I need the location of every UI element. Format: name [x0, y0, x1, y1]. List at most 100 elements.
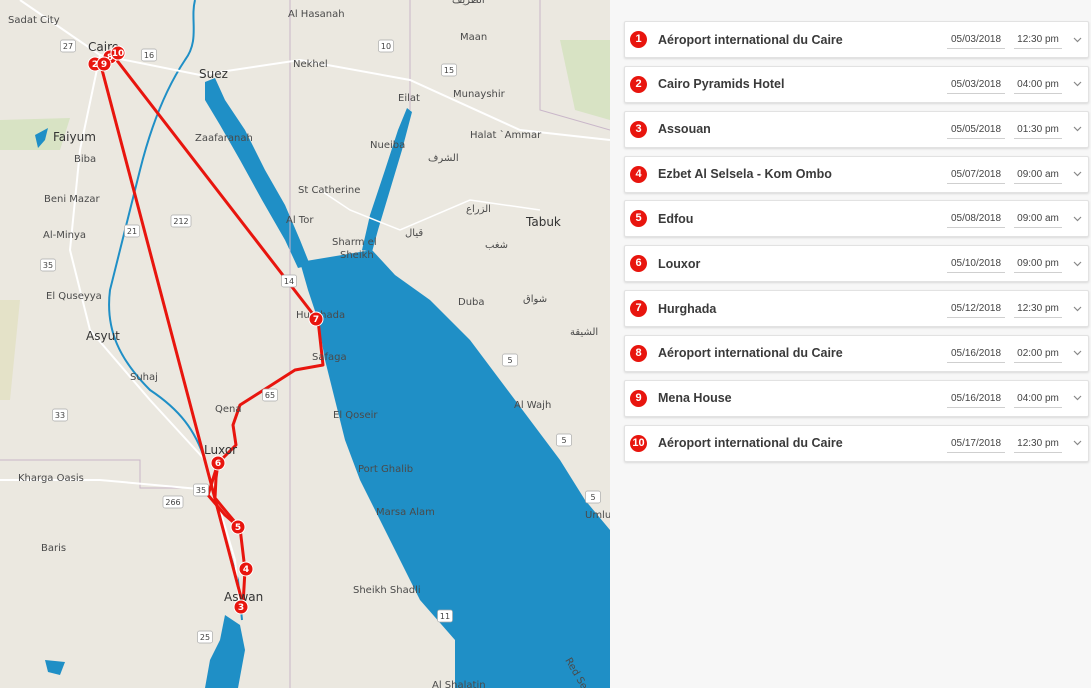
stop-row[interactable]: 6 Louxor 05/10/2018 09:00 pm: [624, 245, 1089, 283]
stop-time-field[interactable]: 01:30 pm: [1014, 122, 1062, 139]
stop-time-field[interactable]: 09:00 am: [1014, 167, 1062, 184]
stop-time-field[interactable]: 04:00 pm: [1014, 77, 1062, 94]
chevron-down-icon[interactable]: [1070, 37, 1084, 43]
map-label-duba: Duba: [458, 297, 485, 308]
map-label-az-zara: الزراع: [466, 204, 491, 215]
map-marker-9[interactable]: 9: [96, 56, 112, 72]
svg-text:65: 65: [265, 391, 275, 400]
route-shield: 16: [141, 48, 157, 62]
map-marker-10[interactable]: 10: [110, 45, 126, 61]
map-label-ash-sharaf: الشرف: [428, 153, 459, 164]
map-label-faiyum: Faiyum: [53, 130, 96, 144]
route-shield: 14: [281, 274, 297, 288]
map-marker-4[interactable]: 4: [238, 561, 254, 577]
stop-row[interactable]: 3 Assouan 05/05/2018 01:30 pm: [624, 110, 1089, 148]
chevron-down-icon[interactable]: [1070, 261, 1084, 267]
chevron-down-icon[interactable]: [1070, 306, 1084, 312]
stop-name: Edfou: [658, 211, 694, 226]
map-label-sheikh: Sheikh: [340, 250, 374, 261]
stop-row[interactable]: 7 Hurghada 05/12/2018 12:30 pm: [624, 290, 1089, 328]
stop-date-field[interactable]: 05/12/2018: [947, 301, 1005, 319]
svg-text:15: 15: [444, 66, 454, 75]
map-marker-6[interactable]: 6: [210, 455, 226, 471]
stop-time-field[interactable]: 04:00 pm: [1014, 391, 1062, 408]
svg-text:6: 6: [215, 459, 221, 469]
chevron-down-icon[interactable]: [1070, 81, 1084, 87]
chevron-down-icon[interactable]: [1070, 350, 1084, 356]
stop-name: Hurghada: [658, 301, 717, 316]
stop-name: Aéroport international du Caire: [658, 32, 843, 47]
stop-row[interactable]: 9 Mena House 05/16/2018 04:00 pm: [624, 379, 1089, 417]
stop-number-badge: 4: [630, 165, 647, 183]
route-shield: 5: [502, 353, 518, 367]
map-label-qena: Qena: [215, 404, 242, 415]
stop-date-field[interactable]: 05/08/2018: [947, 211, 1005, 229]
chevron-down-icon[interactable]: [1070, 216, 1084, 222]
route-shield: 35: [40, 258, 56, 272]
chevron-down-icon[interactable]: [1070, 171, 1084, 177]
svg-text:25: 25: [200, 633, 210, 642]
stop-date-field[interactable]: 05/03/2018: [947, 32, 1005, 49]
stop-time-field[interactable]: 12:30 pm: [1014, 32, 1062, 49]
stop-time-field[interactable]: 12:30 pm: [1014, 436, 1062, 453]
stop-row[interactable]: 2 Cairo Pyramids Hotel 05/03/2018 04:00 pm: [624, 65, 1089, 103]
stop-date-field[interactable]: 05/07/2018: [947, 167, 1005, 184]
map-label-sheikh-shadli: Sheikh Shadli: [353, 585, 421, 596]
chevron-down-icon[interactable]: [1070, 440, 1084, 446]
stop-name: Louxor: [658, 256, 701, 271]
stop-name: Aéroport international du Caire: [658, 346, 843, 361]
chevron-down-icon[interactable]: [1070, 395, 1084, 401]
map-label-biba: Biba: [74, 154, 96, 165]
stop-name: Aéroport international du Caire: [658, 436, 843, 451]
map-label-umluj: Umluj: [585, 510, 610, 521]
map-marker-7[interactable]: 7: [308, 311, 324, 327]
svg-text:10: 10: [112, 49, 125, 59]
map-label-beni-mazar: Beni Mazar: [44, 194, 100, 205]
map-label-halat-ammar: Halat `Ammar: [470, 129, 542, 141]
stop-date-field[interactable]: 05/03/2018: [947, 77, 1005, 94]
stop-number-badge: 2: [630, 75, 647, 93]
stop-date-field[interactable]: 05/17/2018: [947, 436, 1005, 453]
map-marker-3[interactable]: 3: [233, 599, 249, 615]
route-shield: 15: [441, 63, 457, 77]
map-canvas[interactable]: Sadat CityAl HasanahCairoMaanNekhelSuezE…: [0, 0, 610, 688]
chevron-down-icon[interactable]: [1070, 126, 1084, 132]
svg-text:21: 21: [127, 227, 137, 236]
map-label-kharga: Kharga Oasis: [18, 473, 84, 484]
map-label-tabuk: Tabuk: [525, 215, 561, 229]
stop-number-badge: 9: [630, 389, 647, 407]
route-map[interactable]: Sadat City Al Hasanah Cairo Maan Nekhel Suez E…: [0, 0, 610, 688]
stop-row[interactable]: 8 Aéroport international du Caire 05/16/20…: [624, 334, 1089, 372]
svg-text:16: 16: [144, 51, 154, 60]
map-label-safaga: Safaga: [312, 352, 347, 363]
stop-row[interactable]: 5 Edfou 05/08/2018 09:00 am: [624, 200, 1089, 238]
stop-number-badge: 3: [630, 120, 647, 138]
map-label-al-shalatin: Al Shalatin: [432, 680, 486, 688]
svg-text:14: 14: [284, 277, 294, 286]
svg-text:11: 11: [440, 612, 450, 621]
stop-date-field[interactable]: 05/10/2018: [947, 256, 1005, 274]
map-marker-5[interactable]: 5: [230, 519, 246, 535]
stop-time-field[interactable]: 12:30 pm: [1014, 301, 1062, 319]
map-label-suhaj: Suhaj: [130, 372, 158, 383]
stop-name: Assouan: [658, 122, 711, 137]
map-label-al-wajh: Al Wajh: [514, 400, 551, 411]
svg-text:33: 33: [55, 411, 65, 420]
stop-time-field[interactable]: 02:00 pm: [1014, 346, 1062, 363]
stop-time-field[interactable]: 09:00 pm: [1014, 256, 1062, 274]
svg-text:5: 5: [235, 523, 241, 533]
stop-row[interactable]: 10 Aéroport international du Caire 05/17/2…: [624, 424, 1089, 462]
svg-text:35: 35: [43, 261, 53, 270]
stop-number-badge: 5: [630, 210, 647, 228]
stop-time-field[interactable]: 09:00 am: [1014, 211, 1062, 229]
map-label-luxor: Luxor: [204, 443, 237, 457]
map-label-suez: Suez: [199, 67, 228, 81]
stop-date-field[interactable]: 05/16/2018: [947, 346, 1005, 363]
map-label-nueiba: Nueiba: [370, 140, 405, 151]
map-label-el-qoseir: El Qoseir: [333, 410, 378, 421]
stop-date-field[interactable]: 05/16/2018: [947, 391, 1005, 408]
svg-text:27: 27: [63, 42, 73, 51]
stop-row[interactable]: 4 Ezbet Al Selsela - Kom Ombo 05/07/2018 09…: [624, 155, 1089, 193]
stop-date-field[interactable]: 05/05/2018: [947, 122, 1005, 139]
stop-row[interactable]: 1 Aéroport international du Caire 05/03/20…: [624, 21, 1089, 58]
